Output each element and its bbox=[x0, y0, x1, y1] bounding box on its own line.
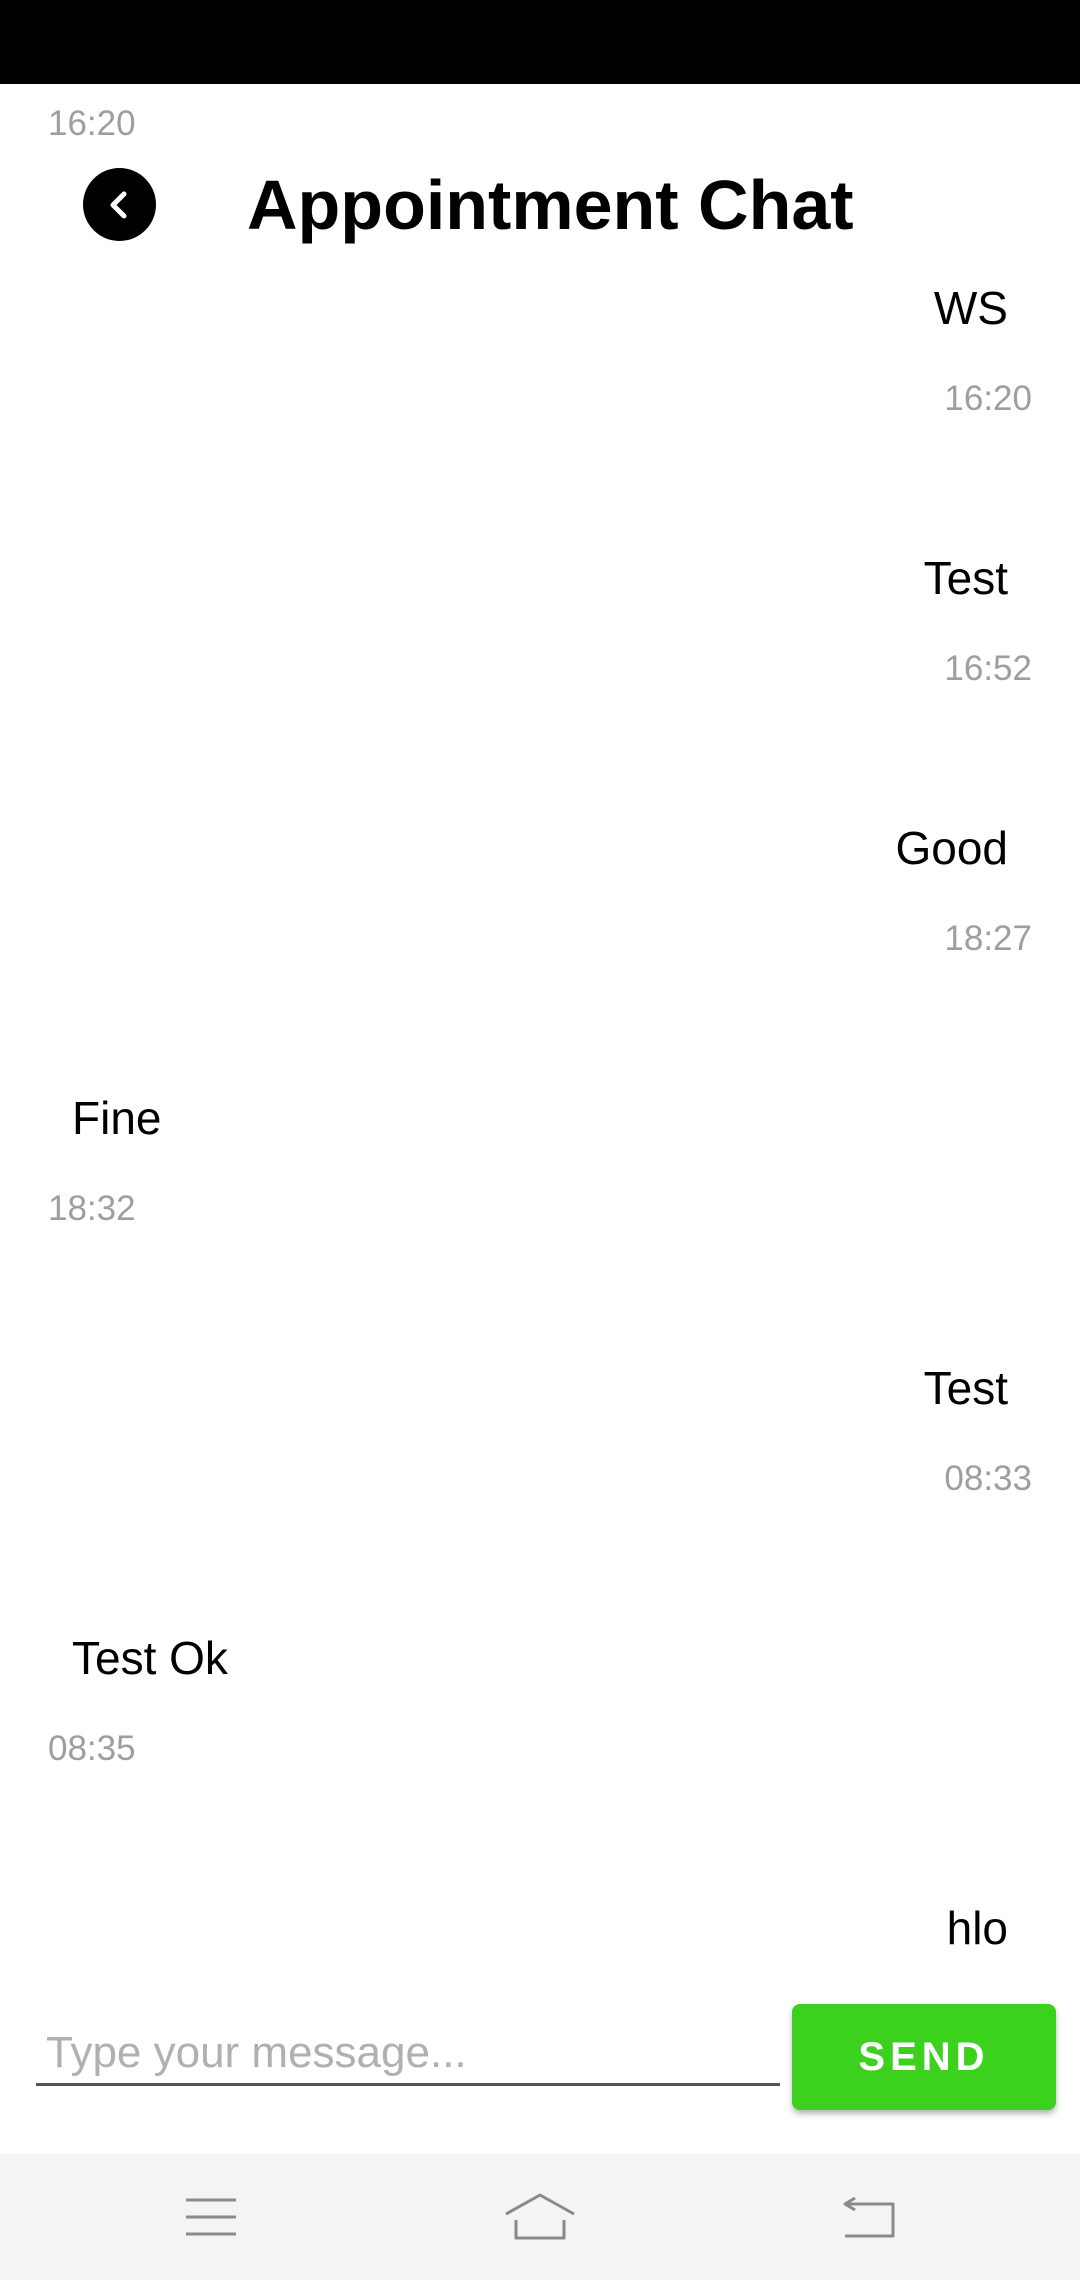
message-outgoing: Test 08:33 bbox=[0, 1360, 1080, 1630]
back-button[interactable] bbox=[83, 168, 156, 241]
menu-icon bbox=[186, 2198, 236, 2236]
message-time: 16:20 bbox=[944, 379, 1032, 418]
message-text: Good bbox=[895, 822, 1008, 874]
message-outgoing: hlo bbox=[0, 1900, 1080, 1996]
nav-home-button[interactable] bbox=[490, 2184, 590, 2250]
message-list[interactable]: WS 16:20 Test 16:52 Good 18:27 Fine 18:3… bbox=[0, 84, 1080, 1996]
message-incoming: Fine 18:32 bbox=[0, 1090, 1080, 1360]
message-time: 18:27 bbox=[944, 919, 1032, 958]
message-time: 16:20 bbox=[48, 104, 136, 143]
send-button[interactable]: SEND bbox=[792, 2004, 1056, 2110]
composer-bar: SEND bbox=[0, 1996, 1080, 2154]
message-input[interactable] bbox=[36, 2022, 780, 2086]
message-text: hlo bbox=[946, 1902, 1008, 1954]
home-icon bbox=[505, 2193, 575, 2240]
back-icon bbox=[843, 2196, 895, 2238]
message-text: Test bbox=[923, 552, 1008, 604]
message-text: Test Ok bbox=[72, 1632, 228, 1684]
status-bar bbox=[0, 0, 1080, 84]
message-text: Fine bbox=[72, 1092, 162, 1144]
page-title: Appointment Chat bbox=[247, 166, 854, 244]
nav-menu-button[interactable] bbox=[161, 2184, 261, 2250]
message-time: 08:33 bbox=[944, 1459, 1032, 1498]
message-text: WS bbox=[933, 282, 1008, 334]
message-time: 08:35 bbox=[48, 1729, 136, 1768]
system-nav-bar bbox=[0, 2154, 1080, 2280]
message-text: Test bbox=[923, 1362, 1008, 1414]
nav-back-button[interactable] bbox=[819, 2184, 919, 2250]
message-incoming: Test Ok 08:35 bbox=[0, 1630, 1080, 1900]
message-outgoing: WS 16:20 bbox=[0, 280, 1080, 550]
message-time: 16:52 bbox=[944, 649, 1032, 688]
message-outgoing: Test 16:52 bbox=[0, 550, 1080, 820]
chevron-left-icon bbox=[110, 191, 126, 218]
app-header: Appointment Chat bbox=[0, 150, 1080, 260]
message-outgoing: Good 18:27 bbox=[0, 820, 1080, 1090]
message-time: 18:32 bbox=[48, 1189, 136, 1228]
